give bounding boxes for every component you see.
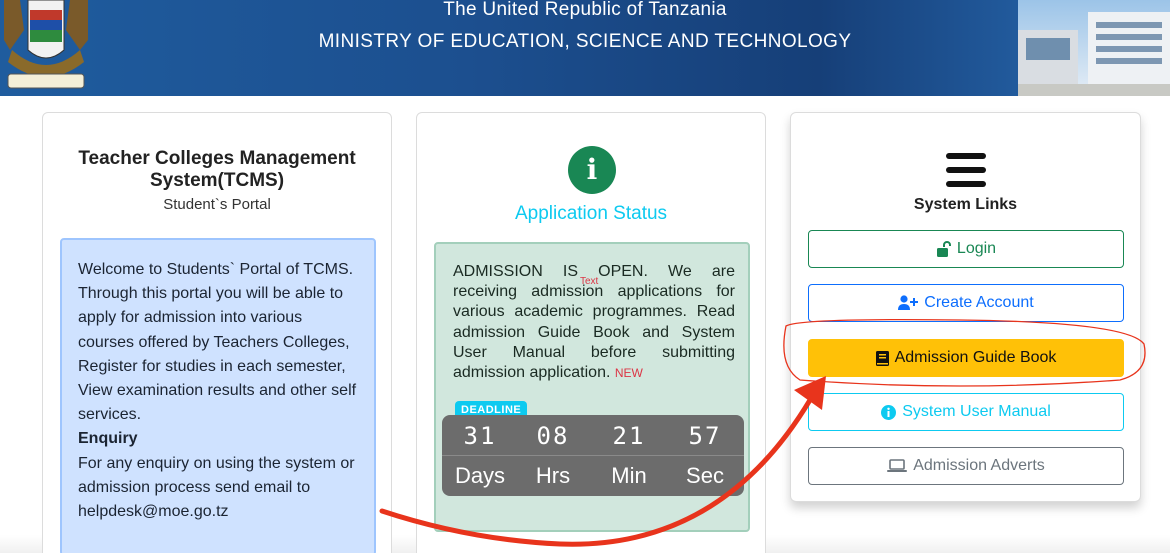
system-links-heading: System Links [913, 196, 1018, 213]
create-account-label: Create Account [924, 294, 1034, 311]
building-image [1018, 0, 1170, 96]
countdown-seconds-label: Sec [686, 463, 724, 488]
hamburger-menu-icon [946, 153, 986, 187]
countdown-timer: 31 08 21 57 Days Hrs Min Sec [442, 415, 744, 496]
application-status-card: i Application Status ADMISSION IS OPEN. … [416, 112, 766, 553]
site-header: The United Republic of Tanzania MINISTRY… [0, 0, 1170, 96]
welcome-alert: Welcome to Students` Portal of TCMS. Thr… [60, 238, 376, 553]
header-country: The United Republic of Tanzania [443, 0, 727, 20]
admission-adverts-button[interactable]: Admission Adverts [808, 447, 1124, 485]
enquiry-heading: Enquiry [78, 430, 138, 448]
countdown-hours-label: Hrs [535, 463, 571, 488]
countdown-minutes-label: Min [611, 463, 647, 488]
info-icon: i [568, 146, 616, 194]
countdown-days-label: Days [454, 463, 506, 488]
unlock-icon [936, 241, 951, 257]
create-account-button[interactable]: Create Account [808, 284, 1124, 322]
enquiry-text: For any enquiry on using the system or a… [78, 454, 355, 521]
user-plus-icon [898, 295, 919, 311]
info-circle-icon [881, 404, 897, 420]
countdown-divider [442, 455, 744, 456]
admission-guide-book-button[interactable]: Admission Guide Book [808, 339, 1124, 377]
portal-info-card: Teacher Colleges Management System(TCMS)… [42, 112, 392, 553]
application-status-heading: Application Status [514, 203, 668, 224]
book-icon [875, 350, 889, 366]
header-ministry: MINISTRY OF EDUCATION, SCIENCE AND TECHN… [318, 31, 852, 52]
countdown-seconds: 57 [688, 422, 722, 450]
system-links-card: System Links Login Create Account Admiss… [790, 112, 1141, 502]
system-user-manual-label: System User Manual [902, 403, 1051, 420]
portal-title: Teacher Colleges Management System(TCMS) [78, 148, 356, 191]
system-user-manual-button[interactable]: System User Manual [808, 393, 1124, 431]
countdown-days: 31 [463, 422, 497, 450]
countdown-hours: 08 [536, 422, 570, 450]
login-button[interactable]: Login [808, 230, 1124, 268]
admission-notice-box: ADMISSION IS OPEN. We are receiving admi… [434, 242, 750, 532]
login-label: Login [956, 240, 997, 257]
admission-guide-book-label: Admission Guide Book [894, 349, 1057, 366]
portal-subtitle: Student`s Portal [163, 196, 271, 213]
text-overlay-mark: Text [580, 276, 599, 287]
new-badge: NEW [614, 366, 643, 381]
admission-adverts-label: Admission Adverts [913, 457, 1045, 474]
countdown-minutes: 21 [612, 422, 646, 450]
laptop-icon [887, 459, 908, 473]
welcome-text: Welcome to Students` Portal of TCMS. Thr… [78, 261, 357, 424]
